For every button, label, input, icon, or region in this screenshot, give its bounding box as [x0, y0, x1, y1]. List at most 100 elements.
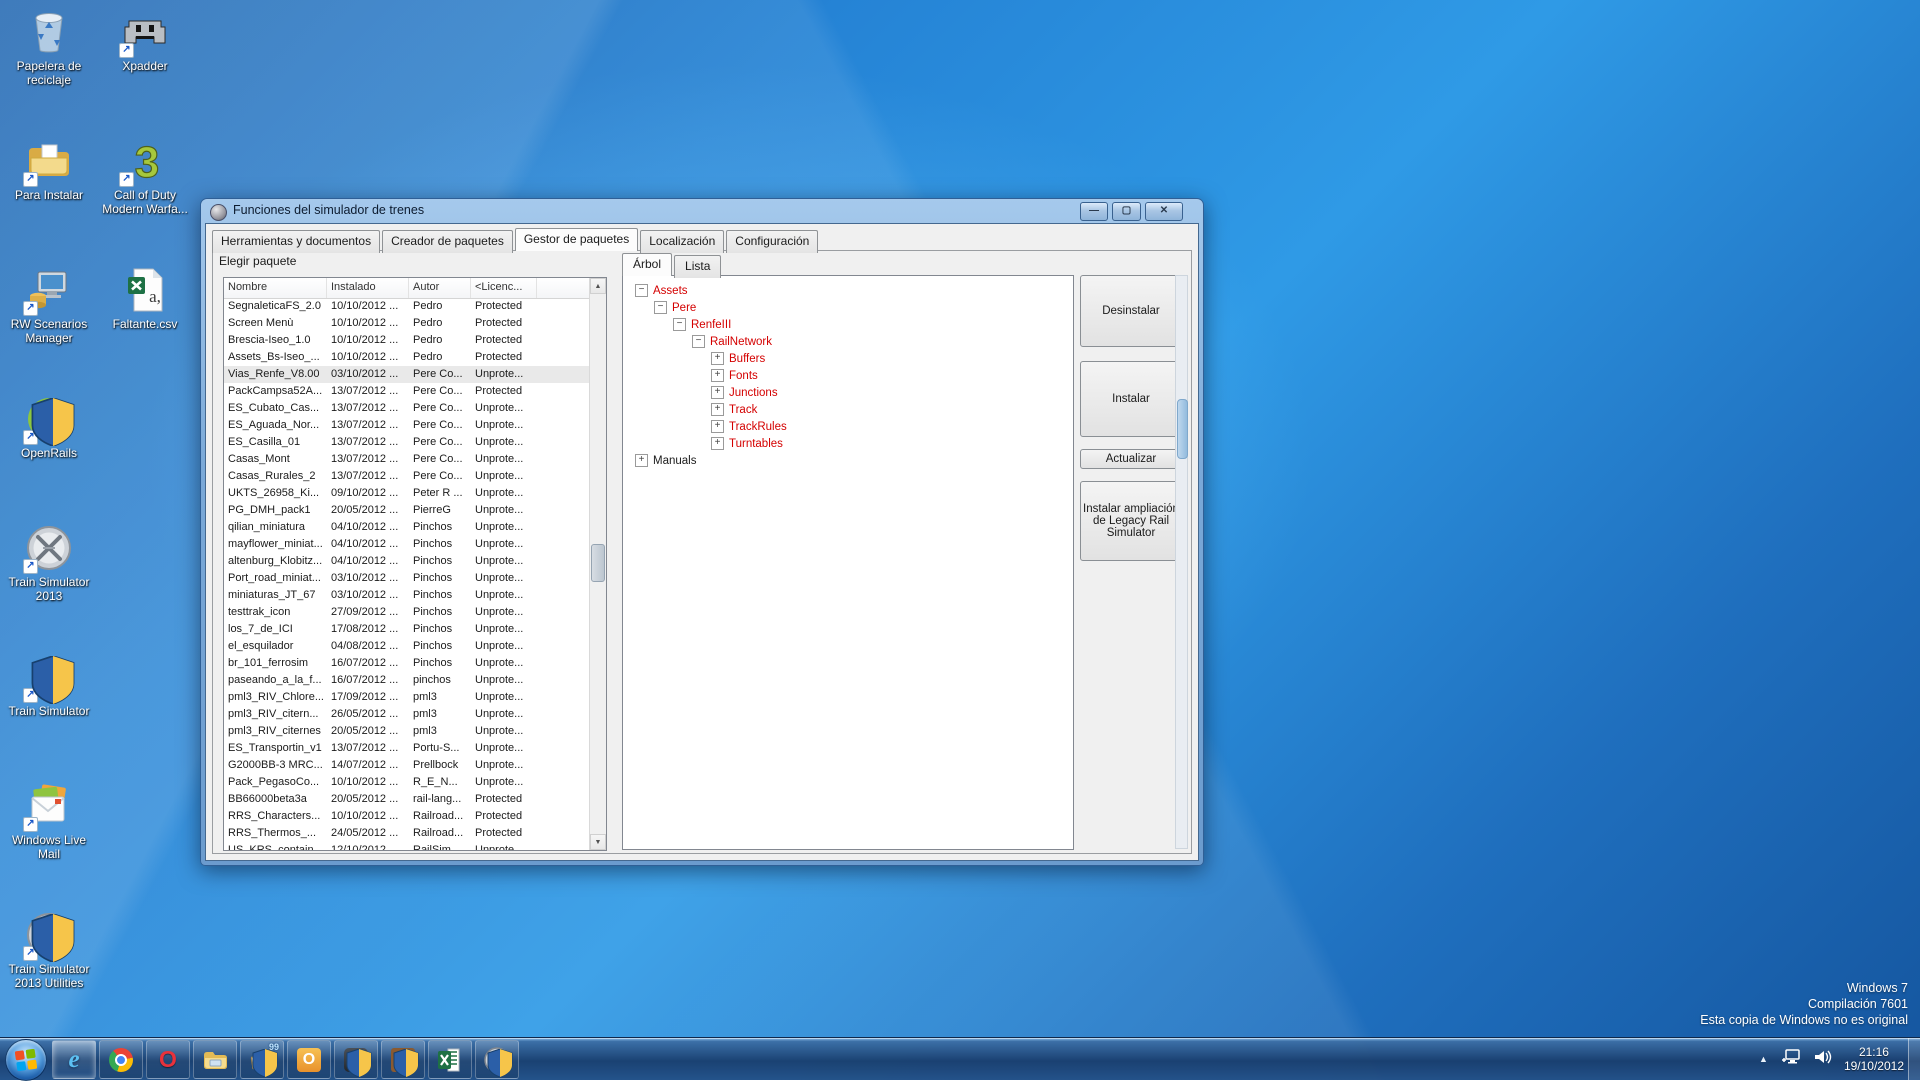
table-row[interactable]: pml3_RIV_citern...26/05/2012 ...pml3Unpr…: [224, 706, 590, 723]
tab-arbol[interactable]: Árbol: [622, 253, 672, 276]
install-legacy-button[interactable]: Instalar ampliación de Legacy Rail Simul…: [1080, 481, 1182, 561]
desktop-icon-rw-scenarios-manager[interactable]: ↗RW Scenarios Manager: [2, 266, 96, 345]
tree-item-trackrules[interactable]: +TrackRules: [631, 418, 1073, 435]
table-row[interactable]: qilian_miniatura04/10/2012 ...PinchosUnp…: [224, 519, 590, 536]
asset-tree[interactable]: −Assets−Pere−RenfeIII−RailNetwork+Buffer…: [622, 275, 1074, 850]
table-row[interactable]: ES_Casilla_0113/07/2012 ...Pere Co...Unp…: [224, 434, 590, 451]
panel-scrollbar[interactable]: [1175, 275, 1188, 849]
tree-item-assets[interactable]: −Assets: [631, 282, 1073, 299]
desktop-icon-call-of-duty-modern-warfa[interactable]: 3↗Call of Duty Modern Warfa...: [98, 137, 192, 216]
taskbar-button-opera[interactable]: O: [146, 1040, 190, 1079]
desktop-icon-xpadder[interactable]: ↗Xpadder: [98, 8, 192, 73]
tree-expander-expand-icon[interactable]: +: [711, 403, 724, 416]
table-row[interactable]: RRS_Characters...10/10/2012 ...Railroad.…: [224, 808, 590, 825]
minimize-button[interactable]: —: [1080, 202, 1108, 221]
tree-expander-expand-icon[interactable]: +: [711, 386, 724, 399]
maximize-button[interactable]: ▢: [1112, 202, 1141, 221]
start-button[interactable]: [5, 1039, 47, 1081]
volume-icon[interactable]: [1814, 1049, 1832, 1070]
tab-herramientas-y-documentos[interactable]: Herramientas y documentos: [212, 230, 380, 253]
desktop-icon-papelera-de-reciclaje[interactable]: Papelera de reciclaje: [2, 8, 96, 87]
taskbar-button-outlook[interactable]: O: [287, 1040, 331, 1079]
taskbar-button-windows-explorer[interactable]: [193, 1040, 237, 1079]
table-row[interactable]: Screen Menù10/10/2012 ...PedroProtected: [224, 315, 590, 332]
title-bar[interactable]: Funciones del simulador de trenes — ▢ ✕: [201, 199, 1203, 223]
table-row[interactable]: G2000BB-3 MRC...14/07/2012 ...PrellbockU…: [224, 757, 590, 774]
tab-lista[interactable]: Lista: [674, 255, 721, 278]
column-header-autor[interactable]: Autor: [409, 278, 471, 298]
tree-expander-collapse-icon[interactable]: −: [635, 284, 648, 297]
table-row[interactable]: br_101_ferrosim16/07/2012 ...PinchosUnpr…: [224, 655, 590, 672]
tab-gestor-de-paquetes[interactable]: Gestor de paquetes: [515, 228, 638, 251]
desktop-icon-windows-live-mail[interactable]: ↗Windows Live Mail: [2, 782, 96, 861]
tree-item-turntables[interactable]: +Turntables: [631, 435, 1073, 452]
table-row[interactable]: Port_road_miniat...03/10/2012 ...Pinchos…: [224, 570, 590, 587]
scroll-down-icon[interactable]: ▼: [590, 834, 606, 850]
tree-item-manuals[interactable]: +Manuals: [631, 452, 1073, 469]
tree-item-buffers[interactable]: +Buffers: [631, 350, 1073, 367]
column-header-instalado[interactable]: Instalado: [327, 278, 409, 298]
table-row[interactable]: Pack_PegasoCo...10/10/2012 ...R_E_N...Un…: [224, 774, 590, 791]
table-row[interactable]: pml3_RIV_Chlore...17/09/2012 ...pml3Unpr…: [224, 689, 590, 706]
table-row[interactable]: ES_Aguada_Nor...13/07/2012 ...Pere Co...…: [224, 417, 590, 434]
taskbar-button-train-simulator-app[interactable]: [475, 1040, 519, 1079]
tab-creador-de-paquetes[interactable]: Creador de paquetes: [382, 230, 513, 253]
desktop-icon-train-simulator[interactable]: ↗Train Simulator: [2, 653, 96, 718]
column-header-nombre[interactable]: Nombre: [224, 278, 327, 298]
tree-item-pere[interactable]: −Pere: [631, 299, 1073, 316]
table-row[interactable]: miniaturas_JT_6703/10/2012 ...PinchosUnp…: [224, 587, 590, 604]
table-row[interactable]: SegnaleticaFS_2.010/10/2012 ...PedroProt…: [224, 298, 590, 315]
table-row[interactable]: Brescia-Iseo_1.010/10/2012 ...PedroProte…: [224, 332, 590, 349]
tab-configuraci-n[interactable]: Configuración: [726, 230, 818, 253]
table-row[interactable]: UKTS_26958_Ki...09/10/2012 ...Peter R ..…: [224, 485, 590, 502]
table-row[interactable]: mayflower_miniat...04/10/2012 ...Pinchos…: [224, 536, 590, 553]
tree-item-fonts[interactable]: +Fonts: [631, 367, 1073, 384]
taskbar-button-train-app[interactable]: [381, 1040, 425, 1079]
tree-expander-expand-icon[interactable]: +: [711, 369, 724, 382]
scroll-up-icon[interactable]: ▲: [590, 278, 606, 294]
taskbar-button-internet-explorer[interactable]: e: [52, 1040, 96, 1079]
desktop-icon-para-instalar[interactable]: ↗Para Instalar: [2, 137, 96, 202]
taskbar-button-mail-quill-app[interactable]: 99: [240, 1040, 284, 1079]
table-row[interactable]: Assets_Bs-Iseo_...10/10/2012 ...PedroPro…: [224, 349, 590, 366]
table-row[interactable]: BB66000beta3a20/05/2012 ...rail-lang...P…: [224, 791, 590, 808]
taskbar-button-excel[interactable]: [428, 1040, 472, 1079]
desktop-icon-faltante-csv[interactable]: a,Faltante.csv: [98, 266, 192, 331]
close-button[interactable]: ✕: [1145, 202, 1183, 221]
tree-expander-expand-icon[interactable]: +: [711, 352, 724, 365]
table-row[interactable]: PG_DMH_pack120/05/2012 ...PierreGUnprote…: [224, 502, 590, 519]
tree-item-track[interactable]: +Track: [631, 401, 1073, 418]
taskbar-button-steam[interactable]: ◎: [334, 1040, 378, 1079]
network-icon[interactable]: [1782, 1048, 1802, 1071]
table-row[interactable]: paseando_a_la_f...16/07/2012 ...pinchosU…: [224, 672, 590, 689]
table-row[interactable]: Casas_Rurales_213/07/2012 ...Pere Co...U…: [224, 468, 590, 485]
table-vertical-scrollbar[interactable]: ▲ ▼: [589, 278, 606, 850]
install-button[interactable]: Instalar: [1080, 361, 1182, 437]
tab-localizaci-n[interactable]: Localización: [640, 230, 724, 253]
table-row[interactable]: altenburg_Klobitz...04/10/2012 ...Pincho…: [224, 553, 590, 570]
desktop-icon-train-simulator-2013-utilities[interactable]: ↗Train Simulator 2013 Utilities: [2, 911, 96, 990]
tree-expander-collapse-icon[interactable]: −: [673, 318, 686, 331]
table-row[interactable]: PackCampsa52A...13/07/2012 ...Pere Co...…: [224, 383, 590, 400]
table-row[interactable]: pml3_RIV_citernes20/05/2012 ...pml3Unpro…: [224, 723, 590, 740]
table-row[interactable]: Casas_Mont13/07/2012 ...Pere Co...Unprot…: [224, 451, 590, 468]
table-row[interactable]: RRS_Thermos_...24/05/2012 ...Railroad...…: [224, 825, 590, 842]
desktop-icon-openrails[interactable]: ↗OpenRails: [2, 395, 96, 460]
package-table[interactable]: NombreInstaladoAutor<Licenc... Segnaleti…: [223, 277, 607, 851]
tree-item-railnetwork[interactable]: −RailNetwork: [631, 333, 1073, 350]
desktop-icon-train-simulator-2013[interactable]: ↗Train Simulator 2013: [2, 524, 96, 603]
table-row[interactable]: los_7_de_ICI17/08/2012 ...PinchosUnprote…: [224, 621, 590, 638]
uninstall-button[interactable]: Desinstalar: [1080, 275, 1182, 347]
table-row[interactable]: ES_Cubato_Cas...13/07/2012 ...Pere Co...…: [224, 400, 590, 417]
tree-expander-collapse-icon[interactable]: −: [654, 301, 667, 314]
table-row[interactable]: ES_Transportin_v113/07/2012 ...Portu-S..…: [224, 740, 590, 757]
clock[interactable]: 21:16 19/10/2012: [1844, 1045, 1904, 1073]
table-row[interactable]: el_esquilador04/08/2012 ...PinchosUnprot…: [224, 638, 590, 655]
tree-item-renfeiii[interactable]: −RenfeIII: [631, 316, 1073, 333]
tree-expander-collapse-icon[interactable]: −: [692, 335, 705, 348]
table-row[interactable]: US_KRS_contain...12/10/2012 ...RailSim..…: [224, 842, 590, 850]
tree-expander-expand-icon[interactable]: +: [711, 437, 724, 450]
column-header-licenc[interactable]: <Licenc...: [471, 278, 537, 298]
update-button[interactable]: Actualizar: [1080, 449, 1182, 469]
panel-scrollbar-thumb[interactable]: [1177, 399, 1188, 459]
